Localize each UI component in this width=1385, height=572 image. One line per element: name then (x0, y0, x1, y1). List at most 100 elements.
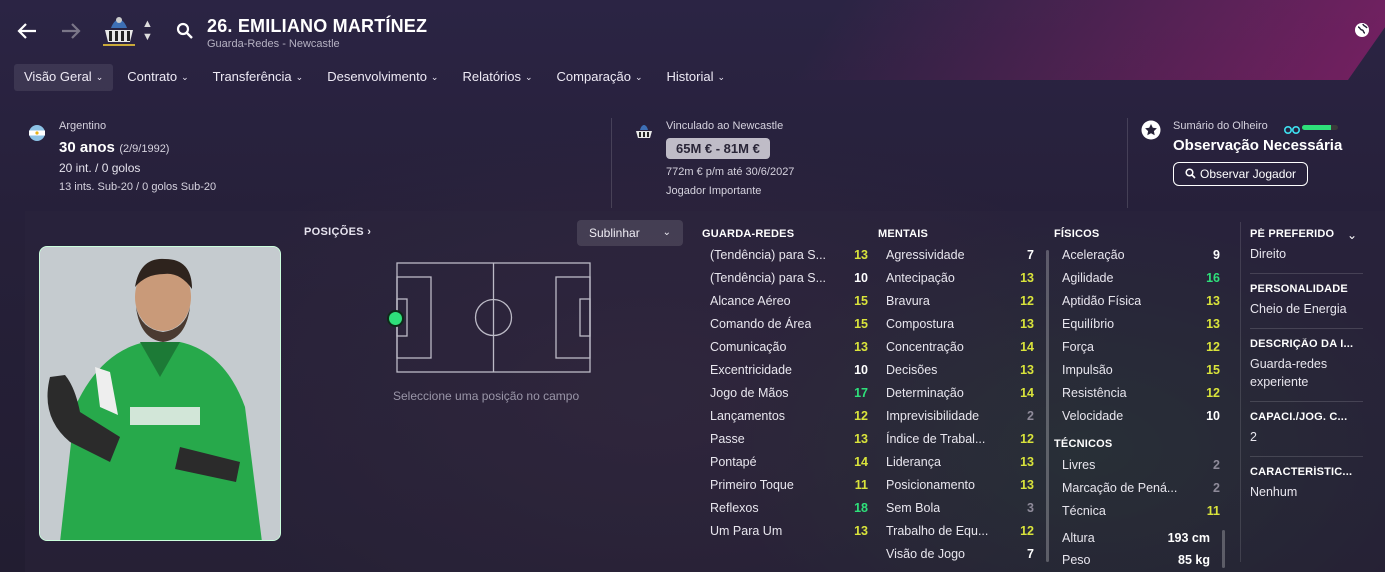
side-value: Direito (1250, 247, 1287, 261)
attribute-row[interactable]: (Tendência) para S... 10 (702, 267, 868, 290)
attribute-row[interactable]: Pontapé 14 (702, 451, 868, 474)
attribute-row[interactable]: Equilíbrio 13 (1054, 313, 1220, 336)
attribute-name: Excentricidade (710, 363, 792, 377)
argentina-flag-icon[interactable] (28, 124, 46, 147)
attribute-value: 14 (854, 455, 868, 469)
wage-contract: 772m € p/m até 30/6/2027 (666, 166, 795, 178)
attribute-name: Lançamentos (710, 409, 786, 423)
pitch-diagram[interactable] (387, 262, 592, 379)
attribute-value: 13 (854, 248, 868, 262)
nationality-label[interactable]: Argentino (59, 120, 106, 132)
attribute-row[interactable]: Aptidão Física 13 (1054, 290, 1220, 313)
attribute-name: Marcação de Pená... (1062, 481, 1178, 495)
preferred-foot[interactable]: PÉ PREFERIDO Direito ⌄ (1250, 228, 1365, 263)
highlight-dropdown[interactable]: Sublinhar ⌄ (577, 220, 683, 246)
attribute-row[interactable]: Liderança 13 (878, 451, 1034, 474)
attribute-row[interactable]: Um Para Um 13 (702, 520, 868, 543)
attribute-row[interactable]: Compostura 13 (878, 313, 1034, 336)
attribute-row[interactable]: Concentração 14 (878, 336, 1034, 359)
attribute-row[interactable]: Resistência 12 (1054, 382, 1220, 405)
menu-visao-geral[interactable]: Visão Geral ⌄ (14, 64, 114, 91)
international-caps: 20 int. / 0 golos (59, 161, 141, 175)
attribute-row[interactable]: Livres 2 (1054, 454, 1220, 477)
attribute-row[interactable]: Técnica 11 (1054, 500, 1220, 523)
scout-player-button[interactable]: Observar Jogador (1173, 162, 1309, 186)
chevron-down-icon[interactable]: ⌄ (1347, 228, 1357, 242)
attribute-value: 15 (854, 317, 868, 331)
club-crest-icon[interactable] (101, 14, 137, 50)
weight-label: Peso (1062, 553, 1091, 567)
globe-icon[interactable] (1354, 22, 1370, 43)
menu-label: Contrato (127, 69, 178, 84)
attribute-value: 7 (1027, 248, 1034, 262)
attribute-row[interactable]: Passe 13 (702, 428, 868, 451)
positions-title[interactable]: POSIÇÕES › (304, 226, 371, 238)
back-arrow-icon[interactable] (16, 20, 38, 47)
menu-transferencia[interactable]: Transferência ⌄ (203, 64, 314, 91)
attribute-row[interactable]: Excentricidade 10 (702, 359, 868, 382)
attribute-row[interactable]: Velocidade 10 (1054, 405, 1220, 428)
attribute-row[interactable]: Índice de Trabal... 12 (878, 428, 1034, 451)
squad-status: Jogador Importante (666, 185, 762, 197)
scrollbar[interactable] (1222, 530, 1225, 568)
attribute-row[interactable]: Reflexos 18 (702, 497, 868, 520)
menu-desenvolvimento[interactable]: Desenvolvimento ⌄ (317, 64, 448, 91)
goalkeeper-position-marker[interactable] (387, 310, 404, 327)
attribute-row[interactable]: Marcação de Pená... 2 (1054, 477, 1220, 500)
scrollbar[interactable] (1046, 250, 1049, 562)
transfer-value-badge[interactable]: 65M € - 81M € (666, 138, 770, 159)
attribute-row[interactable]: Determinação 14 (878, 382, 1034, 405)
search-icon (1185, 168, 1196, 179)
attribute-value: 12 (1020, 524, 1034, 538)
attribute-name: Técnica (1062, 504, 1106, 518)
chevron-down-icon: ⌄ (717, 72, 726, 82)
attribute-row[interactable]: Força 12 (1054, 336, 1220, 359)
chevron-down-icon: ⌄ (95, 72, 104, 82)
attribute-row[interactable]: Comunicação 13 (702, 336, 868, 359)
attribute-row[interactable]: Posicionamento 13 (878, 474, 1034, 497)
menu-comparacao[interactable]: Comparação ⌄ (547, 64, 653, 91)
attribute-row[interactable]: Alcance Aéreo 15 (702, 290, 868, 313)
attribute-row[interactable]: Comando de Área 15 (702, 313, 868, 336)
attribute-row[interactable]: Trabalho de Equ... 12 (878, 520, 1034, 543)
attribute-row[interactable]: Jogo de Mãos 17 (702, 382, 868, 405)
chevron-down-icon: ⌄ (430, 72, 439, 82)
attribute-value: 12 (1206, 340, 1220, 354)
attribute-row[interactable]: Visão de Jogo 7 (878, 543, 1034, 566)
attribute-name: Determinação (886, 386, 964, 400)
attribute-value: 2 (1213, 458, 1220, 472)
attribute-row[interactable]: Impulsão 15 (1054, 359, 1220, 382)
forward-arrow-icon[interactable] (60, 20, 82, 47)
attribute-value: 12 (854, 409, 868, 423)
switch-player-chevrons-icon[interactable]: ▲ ▼ (142, 18, 153, 44)
divider (1240, 222, 1241, 562)
attribute-name: Agilidade (1062, 271, 1114, 285)
chevron-down-icon: ⌄ (181, 72, 189, 82)
attribute-row[interactable]: Sem Bola 3 (878, 497, 1034, 520)
attribute-row[interactable]: Agressividade 7 (878, 244, 1034, 267)
menu-historial[interactable]: Historial ⌄ (657, 64, 736, 91)
search-icon[interactable] (176, 22, 194, 45)
attribute-row[interactable]: Decisões 13 (878, 359, 1034, 382)
side-title: PERSONALIDADE (1250, 283, 1348, 295)
weight-row: Peso 85 kg (1054, 549, 1210, 572)
attribute-row[interactable]: Antecipação 13 (878, 267, 1034, 290)
attribute-name: Livres (1062, 458, 1096, 472)
attribute-value: 13 (1020, 455, 1034, 469)
attribute-row[interactable]: (Tendência) para S... 13 (702, 244, 868, 267)
player-photo-image (40, 247, 280, 540)
attribute-name: Liderança (886, 455, 941, 469)
attribute-name: Aceleração (1062, 248, 1125, 262)
menu-relatorios[interactable]: Relatórios ⌄ (452, 64, 542, 91)
attribute-value: 14 (1020, 386, 1034, 400)
attribute-row[interactable]: Imprevisibilidade 2 (878, 405, 1034, 428)
attribute-row[interactable]: Bravura 12 (878, 290, 1034, 313)
player-photo (39, 246, 281, 541)
height-row: Altura 193 cm (1054, 527, 1210, 550)
attribute-row[interactable]: Aceleração 9 (1054, 244, 1220, 267)
attribute-row[interactable]: Agilidade 16 (1054, 267, 1220, 290)
attribute-name: Trabalho de Equ... (886, 524, 989, 538)
attribute-row[interactable]: Primeiro Toque 11 (702, 474, 868, 497)
menu-contrato[interactable]: Contrato ⌄ (117, 64, 198, 91)
attribute-row[interactable]: Lançamentos 12 (702, 405, 868, 428)
